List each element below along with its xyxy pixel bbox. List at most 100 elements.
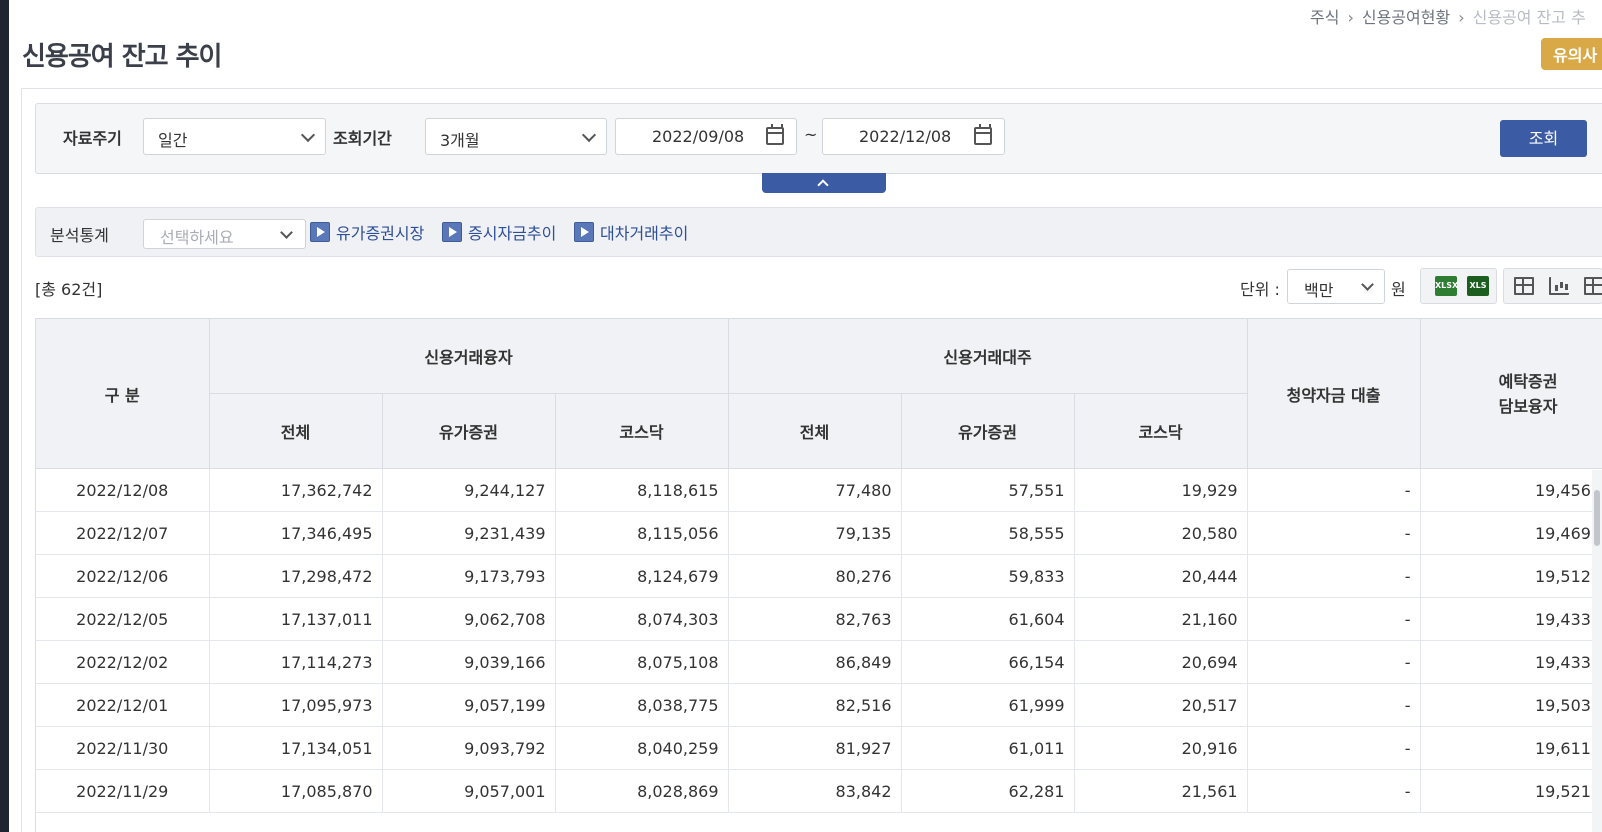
cell-subscription: - [1247,769,1421,813]
collapse-search-button[interactable] [762,173,886,193]
cell-loan-total: 17,137,011 [209,597,383,641]
cell-deposit: 19,512,522 [1420,554,1602,598]
table-row: 2022/12/06 17,298,472 9,173,793 8,124,679 80… [36,554,1602,598]
cell-loan-kospi: 9,244,127 [382,468,556,512]
cell-deposit: 19,469,710 [1420,511,1602,555]
cell-date: 2022/12/06 [36,554,210,598]
date-to-input[interactable]: 2022/12/08 [822,118,1005,155]
export-button-group: XLSX XLS [1420,268,1497,304]
cell-date: 2022/11/29 [36,769,210,813]
cell-loan-total: 17,095,973 [209,683,383,727]
header-loan-kospi: 유가증권 [382,393,556,469]
cell-short-total: 80,276 [728,554,902,598]
chevron-down-icon [300,127,316,143]
date-from-input[interactable]: 2022/09/08 [615,118,797,155]
cell-subscription: - [1247,683,1421,727]
cell-short-kospi: 62,281 [901,769,1075,813]
range-select-value: 3개월 [440,131,480,150]
left-edge-strip [0,0,9,832]
header-short-kospi: 유가증권 [901,393,1075,469]
cell-loan-kospi: 9,062,708 [382,597,556,641]
table-row: 2022/11/30 17,134,051 9,093,792 8,040,259 81… [36,726,1602,770]
header-short-kosdaq: 코스닥 [1074,393,1248,469]
cell-short-kosdaq: 20,444 [1074,554,1248,598]
analysis-select-placeholder: 선택하세요 [160,228,234,247]
cell-loan-kospi: 9,093,792 [382,726,556,770]
calendar-icon[interactable] [974,124,992,145]
cell-loan-total: 17,134,051 [209,726,383,770]
cell-loan-kosdaq: 8,040,259 [555,726,729,770]
link-kospi-market[interactable]: 유가증권시장 [310,220,424,244]
credit-balance-table: 구 분 신용거래융자 신용거래대주 청약자금 대출 예탁증권 담보융자 전체 유… [36,318,1602,813]
cell-short-total: 77,480 [728,468,902,512]
link-market-funds[interactable]: 증시자금추이 [442,220,556,244]
cell-short-kosdaq: 21,160 [1074,597,1248,641]
link-lending-trend-label: 대차거래추이 [600,224,689,243]
table-row: 2022/12/02 17,114,273 9,039,166 8,075,108 86… [36,640,1602,684]
cell-subscription: - [1247,554,1421,598]
date-from-value: 2022/09/08 [652,127,745,146]
link-lending-trend[interactable]: 대차거래추이 [574,220,688,244]
cell-short-total: 81,927 [728,726,902,770]
table-row: 2022/12/08 17,362,742 9,244,127 8,118,615 77… [36,468,1602,512]
cell-deposit: 19,433,642 [1420,640,1602,684]
xls-icon[interactable]: XLS [1467,276,1489,296]
period-label: 자료주기 [63,129,122,148]
scrollbar-thumb[interactable] [1594,490,1600,546]
table-row: 2022/12/01 17,095,973 9,057,199 8,038,775 82… [36,683,1602,727]
cell-short-total: 82,763 [728,597,902,641]
cell-short-kosdaq: 19,929 [1074,468,1248,512]
chevron-up-icon [817,179,829,191]
play-icon [574,222,594,242]
cell-date: 2022/11/30 [36,726,210,770]
chevron-down-icon [280,226,293,239]
analysis-bar: 분석통계 선택하세요 유가증권시장 증시자금추이 대차거래추이 [35,207,1602,257]
table-row: 2022/12/07 17,346,495 9,231,439 8,115,056 79… [36,511,1602,555]
range-select[interactable]: 3개월 [425,118,607,155]
cell-subscription: - [1247,597,1421,641]
table-row: 2022/11/29 17,085,870 9,057,001 8,028,869 83… [36,769,1602,813]
cell-date: 2022/12/05 [36,597,210,641]
table-view-icon[interactable] [1514,277,1534,295]
period-select[interactable]: 일간 [143,118,326,155]
cell-short-total: 82,516 [728,683,902,727]
cell-loan-kospi: 9,057,199 [382,683,556,727]
table-row: 2022/12/05 17,137,011 9,062,708 8,074,303 82… [36,597,1602,641]
header-subscription: 청약자금 대출 [1247,318,1421,469]
breadcrumb-item-credit[interactable]: 신용공여현황 [1362,8,1450,27]
cell-loan-total: 17,346,495 [209,511,383,555]
notice-button[interactable]: 유의사 [1541,38,1602,70]
play-icon [310,222,330,242]
link-market-funds-label: 증시자금추이 [468,224,557,243]
header-deposit: 예탁증권 담보융자 [1420,318,1602,469]
grid-view-icon[interactable] [1584,277,1602,295]
cell-short-kospi: 61,011 [901,726,1075,770]
breadcrumb-item-stock[interactable]: 주식 [1310,8,1339,27]
cell-date: 2022/12/01 [36,683,210,727]
cell-loan-kospi: 9,057,001 [382,769,556,813]
cell-subscription: - [1247,640,1421,684]
cell-short-total: 83,842 [728,769,902,813]
unit-suffix: 원 [1391,280,1406,299]
cell-loan-kospi: 9,039,166 [382,640,556,684]
analysis-select[interactable]: 선택하세요 [143,219,306,249]
chart-view-icon[interactable] [1549,277,1569,295]
unit-select[interactable]: 백만 [1287,269,1385,304]
cell-loan-total: 17,362,742 [209,468,383,512]
chevron-down-icon [581,127,597,143]
header-deposit-line2: 담보융자 [1498,396,1558,416]
breadcrumb-current: 신용공여 잔고 추 [1472,8,1586,27]
xlsx-icon[interactable]: XLSX [1435,276,1458,296]
period-select-value: 일간 [158,131,188,150]
header-category: 구 분 [36,318,210,469]
link-kospi-market-label: 유가증권시장 [336,224,425,243]
cell-subscription: - [1247,726,1421,770]
calendar-icon[interactable] [766,124,784,145]
vertical-scrollbar[interactable] [1592,470,1602,832]
chevron-right-icon: › [1347,8,1354,27]
range-label: 조회기간 [333,129,392,148]
cell-short-kospi: 57,551 [901,468,1075,512]
cell-short-kospi: 58,555 [901,511,1075,555]
cell-deposit: 19,433,504 [1420,597,1602,641]
query-button[interactable]: 조회 [1500,120,1587,157]
